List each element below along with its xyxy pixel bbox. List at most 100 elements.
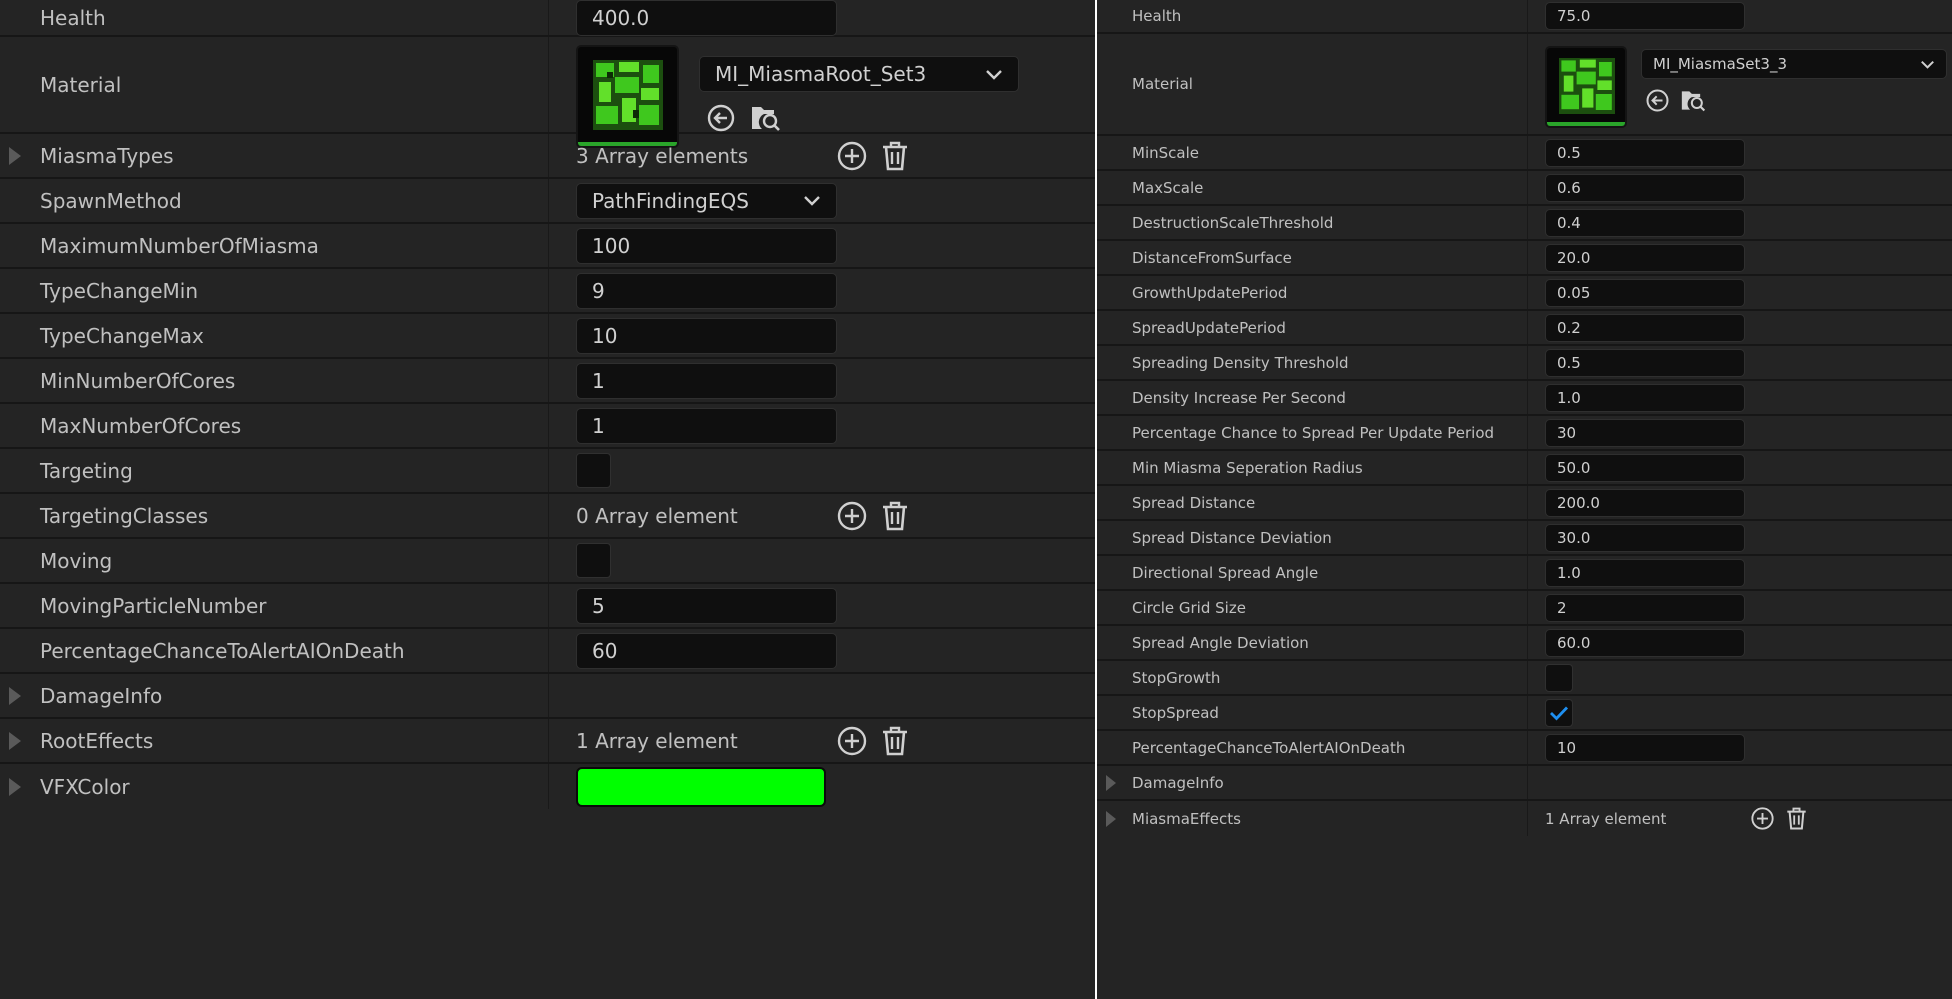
row-spread-angle-deviation: Spread Angle Deviation 60.0	[1097, 626, 1952, 661]
material-texture-icon	[593, 60, 663, 130]
number-field[interactable]: 9	[576, 272, 837, 309]
row-percentage-alert: PercentageChanceToAlertAIOnDeath 10	[1097, 731, 1952, 766]
stop-spread-checkbox[interactable]	[1545, 698, 1573, 727]
prop-label: Health	[40, 5, 106, 30]
health-field[interactable]: 400.0	[576, 0, 837, 36]
prop-label: TypeChangeMin	[40, 278, 198, 303]
chevron-down-icon	[1921, 60, 1934, 69]
row-min-miasma-seperation-radius: Min Miasma Seperation Radius 50.0	[1097, 451, 1952, 486]
find-in-browser-icon[interactable]	[750, 103, 782, 133]
row-min-scale: MinScale 0.5	[1097, 136, 1952, 171]
row-material: Material MI_MiasmaSet3_3	[1097, 34, 1952, 136]
expand-arrow-icon[interactable]	[9, 777, 21, 796]
add-icon[interactable]	[836, 725, 868, 757]
details-panel-left: Health 400.0 Material MI_MiasmaRoot_Set3…	[0, 0, 1095, 999]
row-stop-spread: StopSpread	[1097, 696, 1952, 731]
prop-label: PercentageChanceToAlertAIOnDeath	[40, 638, 405, 663]
prop-label: SpawnMethod	[40, 188, 182, 213]
row-spread-update-period: SpreadUpdatePeriod 0.2	[1097, 311, 1952, 346]
expand-arrow-icon[interactable]	[1106, 810, 1116, 827]
number-field[interactable]: 1.0	[1545, 383, 1745, 412]
prop-label: Material	[1132, 75, 1193, 93]
trash-icon[interactable]	[880, 725, 910, 757]
prop-label: DamageInfo	[1132, 773, 1224, 792]
row-miasma-effects: MiasmaEffects 1 Array element	[1097, 801, 1952, 836]
expand-arrow-icon[interactable]	[9, 686, 21, 705]
prop-label: Health	[1132, 7, 1182, 25]
moving-checkbox[interactable]	[576, 543, 611, 578]
material-thumbnail[interactable]	[1545, 46, 1627, 128]
add-icon[interactable]	[1750, 806, 1775, 831]
row-miasma-types: MiasmaTypes 3 Array elements	[0, 134, 1095, 179]
targeting-checkbox[interactable]	[576, 453, 611, 488]
number-field[interactable]: 0.5	[1545, 138, 1745, 167]
material-thumbnail[interactable]	[576, 45, 679, 148]
number-field[interactable]: 30.0	[1545, 523, 1745, 552]
expand-arrow-icon[interactable]	[1106, 774, 1116, 791]
number-field[interactable]: 60.0	[1545, 628, 1745, 657]
row-spreading-density-threshold: Spreading Density Threshold 0.5	[1097, 346, 1952, 381]
prop-label: Density Increase Per Second	[1132, 388, 1346, 407]
number-field[interactable]: 0.2	[1545, 313, 1745, 342]
number-field[interactable]: 1	[576, 362, 837, 399]
number-field[interactable]: 30	[1545, 418, 1745, 447]
row-stop-growth: StopGrowth	[1097, 661, 1952, 696]
row-health: Health 400.0	[0, 0, 1095, 37]
number-field[interactable]: 10	[1545, 733, 1745, 762]
prop-label: Percentage Chance to Spread Per Update P…	[1132, 423, 1495, 442]
number-field[interactable]: 50.0	[1545, 453, 1745, 482]
number-field[interactable]: 10	[576, 317, 837, 354]
vfx-color-swatch[interactable]	[576, 766, 826, 807]
trash-icon[interactable]	[1785, 806, 1808, 831]
row-spread-distance-deviation: Spread Distance Deviation 30.0	[1097, 521, 1952, 556]
row-circle-grid-size: Circle Grid Size 2	[1097, 591, 1952, 626]
find-in-browser-icon[interactable]	[1680, 88, 1707, 113]
array-summary: 1 Array element	[1545, 809, 1667, 828]
row-damage-info: DamageInfo	[1097, 766, 1952, 801]
browse-back-icon[interactable]	[1645, 88, 1670, 113]
material-dropdown[interactable]: MI_MiasmaRoot_Set3	[699, 56, 1019, 92]
number-field[interactable]: 0.05	[1545, 278, 1745, 307]
prop-label: StopGrowth	[1132, 668, 1221, 687]
prop-label: GrowthUpdatePeriod	[1132, 283, 1288, 302]
expand-arrow-icon[interactable]	[9, 146, 21, 165]
row-max-number-of-cores: MaxNumberOfCores 1	[0, 404, 1095, 449]
row-destruction-scale-threshold: DestructionScaleThreshold 0.4	[1097, 206, 1952, 241]
row-moving-particle-number: MovingParticleNumber 5	[0, 584, 1095, 629]
number-field[interactable]: 0.6	[1545, 173, 1745, 202]
add-icon[interactable]	[836, 140, 868, 172]
number-field[interactable]: 20.0	[1545, 243, 1745, 272]
prop-label: Moving	[40, 548, 113, 573]
expand-arrow-icon[interactable]	[9, 731, 21, 750]
number-field[interactable]: 2	[1545, 593, 1745, 622]
row-targeting-classes: TargetingClasses 0 Array element	[0, 494, 1095, 539]
row-material: Material MI_MiasmaRoot_Set3	[0, 37, 1095, 148]
stop-growth-checkbox[interactable]	[1545, 663, 1573, 692]
number-field[interactable]: 0.5	[1545, 348, 1745, 377]
number-field[interactable]: 1.0	[1545, 558, 1745, 587]
add-icon[interactable]	[836, 500, 868, 532]
material-dropdown[interactable]: MI_MiasmaSet3_3	[1641, 49, 1947, 79]
number-field[interactable]: 60	[576, 632, 837, 669]
row-percentage-alert: PercentageChanceToAlertAIOnDeath 60	[0, 629, 1095, 674]
number-field[interactable]: 1	[576, 407, 837, 444]
row-type-change-min: TypeChangeMin 9	[0, 269, 1095, 314]
spawn-method-dropdown[interactable]: PathFindingEQS	[576, 182, 837, 219]
row-vfx-color: VFXColor	[0, 764, 1095, 809]
browse-back-icon[interactable]	[706, 103, 736, 133]
health-field[interactable]: 75.0	[1545, 2, 1745, 30]
prop-label: DestructionScaleThreshold	[1132, 213, 1334, 232]
prop-label: MovingParticleNumber	[40, 593, 267, 618]
trash-icon[interactable]	[880, 500, 910, 532]
prop-label: Targeting	[40, 458, 133, 483]
material-asset-name: MI_MiasmaSet3_3	[1653, 55, 1788, 73]
trash-icon[interactable]	[880, 140, 910, 172]
prop-label: SpreadUpdatePeriod	[1132, 318, 1286, 337]
row-moving: Moving	[0, 539, 1095, 584]
number-field[interactable]: 5	[576, 587, 837, 624]
number-field[interactable]: 200.0	[1545, 488, 1745, 517]
prop-label: MaxNumberOfCores	[40, 413, 242, 438]
number-field[interactable]: 100	[576, 227, 837, 264]
number-field[interactable]: 0.4	[1545, 208, 1745, 237]
prop-label: StopSpread	[1132, 703, 1219, 722]
